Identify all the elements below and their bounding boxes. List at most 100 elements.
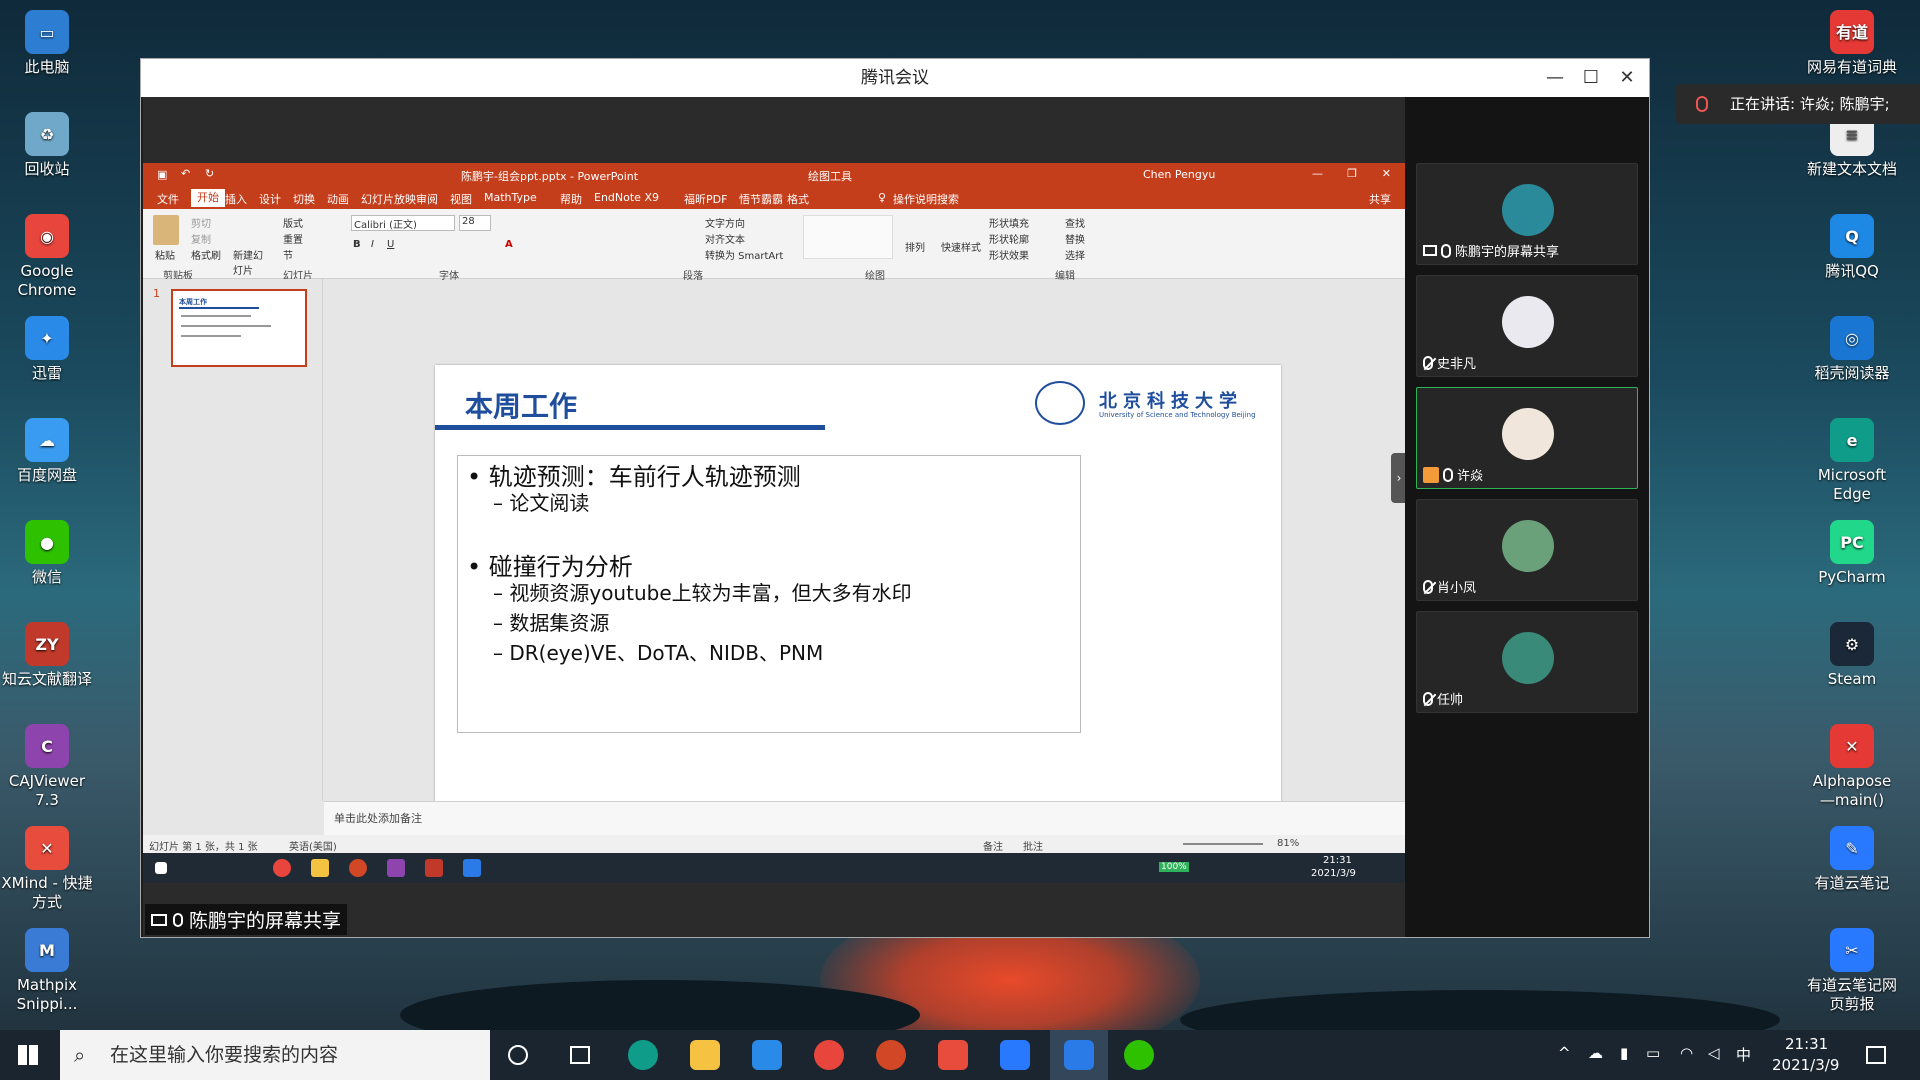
youdao-note-taskbar-icon[interactable] — [1000, 1040, 1030, 1070]
ime-indicator[interactable]: 中 — [1736, 1044, 1751, 1065]
font-name-select[interactable]: Calibri (正文) — [351, 215, 455, 231]
ppt-tab[interactable]: 插入 — [225, 191, 247, 207]
ppt-tab[interactable]: 动画 — [327, 191, 349, 207]
ppt-tab[interactable]: 福昕PDF — [684, 191, 727, 207]
ppt-tab[interactable]: 开始 — [191, 189, 225, 207]
ppt-close-icon[interactable]: ✕ — [1382, 167, 1391, 180]
right-desktop-icon[interactable]: 有道 网易有道词典 — [1804, 10, 1900, 77]
section-button[interactable]: 节 — [283, 247, 293, 262]
right-desktop-icon[interactable]: ◎ 稻壳阅读器 — [1804, 316, 1900, 383]
right-desktop-icon[interactable]: PC PyCharm — [1804, 520, 1900, 587]
windows-start-button[interactable] — [18, 1045, 38, 1065]
align-text-button[interactable]: 对齐文本 — [705, 231, 745, 246]
xunlei-taskbar-icon[interactable] — [752, 1040, 782, 1070]
right-desktop-icon[interactable]: ✕ Alphapose —main() — [1804, 724, 1900, 810]
slide-thumbnail[interactable]: 本周工作 — [171, 289, 307, 367]
ppt-tab[interactable]: 视图 — [450, 191, 472, 207]
right-desktop-icon[interactable]: e Microsoft Edge — [1804, 418, 1900, 504]
left-desktop-icon[interactable]: ◉ Google Chrome — [0, 214, 95, 300]
zoom-slider[interactable] — [1183, 843, 1263, 845]
right-desktop-icon[interactable]: ✂ 有道云笔记网页剪报 — [1804, 928, 1900, 1014]
ppt-tab[interactable]: 审阅 — [416, 191, 438, 207]
reset-button[interactable]: 重置 — [283, 231, 303, 246]
chrome-icon[interactable] — [273, 859, 291, 877]
ppt-restore-icon[interactable]: ❐ — [1347, 167, 1357, 180]
save-icon[interactable]: ▣ — [157, 168, 167, 181]
clock-time[interactable]: 21:31 — [1785, 1035, 1828, 1053]
chrome-taskbar-icon[interactable] — [814, 1040, 844, 1070]
tencent-meeting-taskbar-icon[interactable] — [1050, 1030, 1108, 1080]
wifi-icon[interactable]: ◠ — [1680, 1044, 1693, 1062]
edge-taskbar-icon[interactable] — [628, 1040, 658, 1070]
mic-tray-icon[interactable]: ▮ — [1620, 1044, 1628, 1062]
cortana-icon[interactable] — [508, 1045, 528, 1065]
notes-pane[interactable]: 单击此处添加备注 — [324, 801, 1405, 835]
right-desktop-icon[interactable]: Q 腾讯QQ — [1804, 214, 1900, 281]
ppt-tab[interactable]: EndNote X9 — [594, 191, 659, 204]
ppt-tab[interactable]: 文件 — [157, 191, 179, 207]
participant-card[interactable]: 肖小凤 — [1416, 499, 1638, 601]
comments-toggle[interactable]: 批注 — [1023, 838, 1043, 853]
tray-overflow-icon[interactable]: ^ — [1558, 1044, 1571, 1062]
redo-icon[interactable]: ↻ — [205, 167, 214, 180]
ppt-tab[interactable]: MathType — [484, 191, 537, 204]
ppt-tab[interactable]: 幻灯片放映 — [361, 191, 416, 207]
left-desktop-icon[interactable]: ✦ 迅雷 — [0, 316, 95, 383]
ppt-tab[interactable]: 设计 — [259, 191, 281, 207]
battery-tray-icon[interactable]: ▭ — [1646, 1044, 1660, 1062]
tell-me-search[interactable]: 操作说明搜索 — [893, 191, 959, 207]
text-direction-button[interactable]: 文字方向 — [705, 215, 745, 230]
left-desktop-icon[interactable]: ♻ 回收站 — [0, 112, 95, 179]
ppt-tab[interactable]: 格式 — [787, 191, 809, 207]
notification-icon[interactable] — [1866, 1046, 1886, 1064]
powerpoint-taskbar-icon[interactable] — [876, 1040, 906, 1070]
ppt-tab[interactable]: 切换 — [293, 191, 315, 207]
participant-card[interactable]: 任帅 — [1416, 611, 1638, 713]
left-desktop-icon[interactable]: ✕ XMind - 快捷方式 — [0, 826, 95, 912]
underline-button[interactable]: U — [387, 239, 394, 250]
app-icon[interactable] — [387, 859, 405, 877]
share-button[interactable]: 共享 — [1369, 191, 1391, 207]
find-button[interactable]: 查找 — [1065, 215, 1085, 230]
left-desktop-icon[interactable]: ● 微信 — [0, 520, 95, 587]
left-desktop-icon[interactable]: M Mathpix Snippi... — [0, 928, 95, 1014]
right-desktop-icon[interactable]: ✎ 有道云笔记 — [1804, 826, 1900, 893]
ppt-tab[interactable]: 悟节霸霸 — [739, 191, 783, 207]
left-desktop-icon[interactable]: ZY 知云文献翻译 — [0, 622, 95, 689]
shape-effects-button[interactable]: 形状效果 — [989, 247, 1029, 262]
minimize-button[interactable]: — — [1537, 59, 1573, 97]
replace-button[interactable]: 替换 — [1065, 231, 1085, 246]
paste-button[interactable] — [153, 215, 179, 245]
zhiyun-icon[interactable] — [425, 859, 443, 877]
undo-icon[interactable]: ↶ — [181, 167, 190, 180]
shape-outline-button[interactable]: 形状轮廓 — [989, 231, 1029, 246]
quick-styles-button[interactable]: 快速样式 — [941, 239, 981, 254]
format-painter-button[interactable]: 格式刷 — [191, 247, 221, 262]
bold-button[interactable]: B — [353, 239, 361, 250]
xmind-taskbar-icon[interactable] — [938, 1040, 968, 1070]
powerpoint-icon[interactable] — [349, 859, 367, 877]
left-desktop-icon[interactable]: C CAJViewer 7.3 — [0, 724, 95, 810]
taskbar-search-box[interactable]: ⌕ 在这里输入你要搜索的内容 — [60, 1030, 490, 1080]
explorer-icon[interactable] — [311, 859, 329, 877]
participant-card[interactable]: 史非凡 — [1416, 275, 1638, 377]
maximize-button[interactable]: ☐ — [1573, 59, 1609, 97]
shape-fill-button[interactable]: 形状填充 — [989, 215, 1029, 230]
onedrive-icon[interactable]: ☁ — [1588, 1044, 1603, 1062]
slide-canvas[interactable]: 本周工作 北京科技大学 University of Science and Te… — [435, 365, 1281, 841]
zoom-level[interactable]: 81% — [1277, 838, 1299, 849]
left-desktop-icon[interactable]: ☁ 百度网盘 — [0, 418, 95, 485]
font-color-icon[interactable]: A — [505, 239, 513, 250]
copy-button[interactable]: 复制 — [191, 231, 211, 246]
clock-date[interactable]: 2021/3/9 — [1772, 1056, 1839, 1074]
right-desktop-icon[interactable]: ⚙ Steam — [1804, 622, 1900, 689]
cut-button[interactable]: 剪切 — [191, 215, 211, 230]
meeting-icon[interactable] — [463, 859, 481, 877]
arrange-button[interactable]: 排列 — [905, 239, 925, 254]
explorer-taskbar-icon[interactable] — [690, 1040, 720, 1070]
select-button[interactable]: 选择 — [1065, 247, 1085, 262]
windows-start-icon[interactable] — [155, 862, 167, 874]
participant-card[interactable]: 许焱 — [1416, 387, 1638, 489]
shapes-gallery[interactable] — [803, 215, 893, 259]
left-desktop-icon[interactable]: ▭ 此电脑 — [0, 10, 95, 77]
